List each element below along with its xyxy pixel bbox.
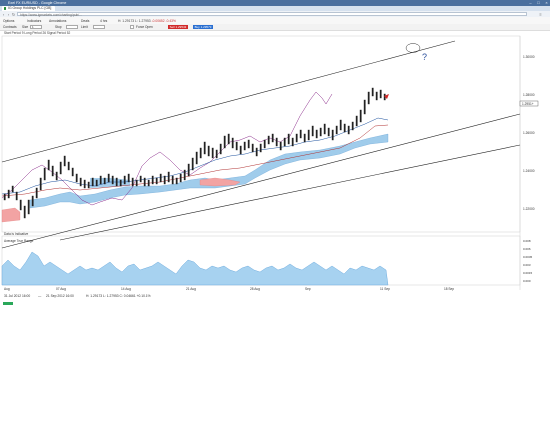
tab-label: IG Group Holdings PLC [GB] (8, 6, 52, 10)
change-value: -0.00652 (151, 18, 165, 23)
favicon-icon (3, 7, 6, 10)
y-tick: 1.24000 (523, 169, 535, 173)
stop-label: Stop (55, 25, 62, 29)
force-open-checkbox[interactable] (130, 25, 134, 29)
x-tick: 28 Aug (250, 287, 260, 291)
size-label: Size (22, 25, 29, 29)
channel-middle-line (1, 113, 521, 249)
atr-tick: 0.008 (523, 239, 531, 243)
annotation-question-mark: ? (422, 52, 427, 62)
ichimoku-cloud-bear (1, 207, 21, 223)
bottom-ohlc: H: 1.29173 L: 1.27953 C: 0.04661 +0.10.1… (86, 294, 151, 298)
range-end[interactable]: 21 Sep 2012 16:00 (46, 293, 74, 299)
x-axis-ticks: Aug 07 Aug 14 Aug 21 Aug 28 Aug Sep 11 S… (4, 287, 454, 291)
reload-icon[interactable]: ↻ (11, 12, 16, 17)
status-indicator (3, 302, 13, 305)
atr-area (1, 251, 389, 286)
x-tick: 18 Sep (444, 287, 454, 291)
x-tick: Aug (4, 287, 10, 291)
minimize-button[interactable]: – (527, 0, 534, 5)
atr-tick: 0.0015 (523, 271, 533, 275)
force-open-label: Force Open (136, 25, 153, 29)
y-axis-ticks: 1.30000 1.28000 1.26000 1.24000 1.22000 (523, 55, 535, 211)
deals-menu[interactable]: Deals (81, 19, 89, 23)
chart-area[interactable]: Start Period 9 Long Period 26 Signal Per… (0, 30, 550, 300)
x-tick: 11 Sep (380, 287, 390, 291)
sell-button[interactable]: Sell 1.29543 (168, 24, 188, 29)
maximize-button[interactable]: □ (535, 0, 542, 5)
indicators-menu[interactable]: Indicators (27, 19, 41, 23)
x-tick: 07 Aug (56, 287, 66, 291)
y-tick: 1.22000 (523, 207, 535, 211)
interval-select[interactable]: 4 hrs (100, 19, 107, 23)
change-percent: -0.43% (165, 18, 176, 23)
atr-tick: 0.006 (523, 247, 531, 251)
ohlc-values: H: 1.29173 L: 1.27953 (118, 18, 151, 23)
y-tick: 1.28000 (523, 93, 535, 97)
price-chart-svg[interactable]: ? 1.30000 1.28000 1.26000 1.24000 1.2200… (0, 30, 550, 292)
buy-button[interactable]: Buy 1.29573 (193, 24, 213, 29)
x-tick: 21 Aug (186, 287, 196, 291)
x-tick: Sep (305, 287, 311, 291)
limit-label: Limit (81, 25, 88, 29)
range-bar: 31 Jul 2012 16:00 — 21 Sep 2012 16:00 H:… (0, 293, 550, 299)
size-input[interactable]: 1 (30, 25, 42, 29)
ichimoku-cloud-bull (29, 133, 389, 209)
range-start[interactable]: 31 Jul 2012 16:00 (4, 293, 30, 299)
menu-icon[interactable]: ≡ (538, 12, 543, 17)
atr-tick: 0.003 (523, 263, 531, 267)
y-tick: 1.26000 (523, 131, 535, 135)
x-tick: 14 Aug (121, 287, 131, 291)
annotation-circle (405, 43, 421, 53)
contracts-label: Contracts (3, 25, 17, 29)
atr-tick: 0.0045 (523, 255, 533, 259)
atr-y-ticks: 0.008 0.006 0.0045 0.003 0.0015 0.000 (523, 239, 533, 283)
range-separator: — (38, 294, 42, 298)
atr-tick: 0.000 (523, 279, 531, 283)
y-tick: 1.30000 (523, 55, 535, 59)
url-field[interactable]: https://www.igmarkets.com/charting/pub/.… (17, 11, 527, 17)
close-button[interactable]: × (543, 0, 550, 5)
limit-input[interactable] (93, 25, 105, 29)
options-menu[interactable]: Options (3, 19, 14, 23)
ohlc-readout: H: 1.29173 L: 1.27953 -0.00652 -0.43% (118, 19, 176, 23)
stop-input[interactable] (66, 25, 78, 29)
window-title: Exel FX EUR/USD - Google Chrome (8, 0, 67, 5)
atr-label: Average True Range (4, 239, 34, 243)
price-badge: 1.2951+ (522, 102, 534, 106)
indicative-label: Data is Indicative (4, 232, 28, 236)
annotations-menu[interactable]: Annotations (49, 19, 66, 23)
